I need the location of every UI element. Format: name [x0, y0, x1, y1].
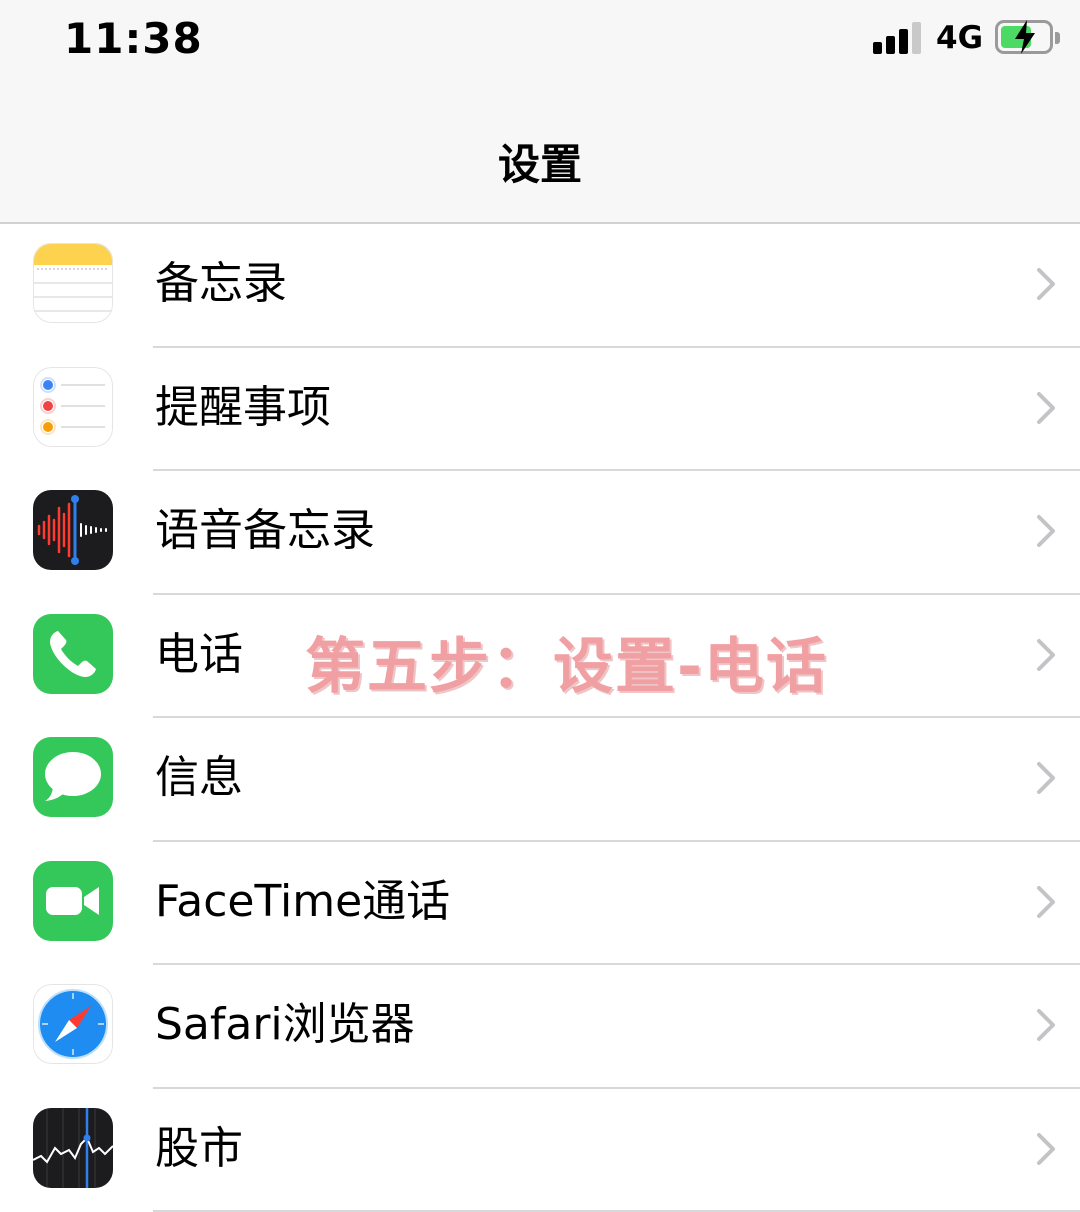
- settings-item-label: 语音备忘录: [155, 501, 375, 561]
- chevron-right-icon: [1035, 266, 1057, 302]
- reminders-icon: [33, 367, 113, 447]
- chevron-right-icon: [1035, 884, 1057, 920]
- signal-strength-icon: [873, 22, 925, 54]
- facetime-icon: [33, 861, 113, 941]
- settings-item-label: FaceTime通话: [155, 872, 450, 932]
- charging-bolt-icon: [1012, 20, 1038, 54]
- settings-item-stocks[interactable]: 股市: [0, 1089, 1080, 1212]
- chevron-right-icon: [1035, 1131, 1057, 1167]
- settings-item-safari[interactable]: Safari浏览器: [0, 965, 1080, 1089]
- chevron-right-icon: [1035, 760, 1057, 796]
- settings-item-reminders[interactable]: 提醒事项: [0, 348, 1080, 472]
- notes-icon: [33, 243, 113, 323]
- settings-item-notes[interactable]: 备忘录: [0, 224, 1080, 348]
- messages-icon: [33, 737, 113, 817]
- chevron-right-icon: [1035, 637, 1057, 673]
- voice-memos-icon: [33, 490, 113, 570]
- settings-item-facetime[interactable]: FaceTime通话: [0, 842, 1080, 966]
- battery-icon: [995, 20, 1053, 54]
- settings-list: 备忘录 提醒事项: [0, 224, 1080, 1212]
- settings-item-messages[interactable]: 信息: [0, 718, 1080, 842]
- top-bar: 11:38 4G 设置: [0, 0, 1080, 224]
- settings-item-voice-memos[interactable]: 语音备忘录: [0, 471, 1080, 595]
- settings-item-label: 电话: [155, 625, 243, 685]
- settings-item-label: Safari浏览器: [155, 995, 415, 1055]
- chevron-right-icon: [1035, 1007, 1057, 1043]
- chevron-right-icon: [1035, 390, 1057, 426]
- status-time: 11:38: [64, 14, 203, 63]
- settings-item-label: 信息: [155, 748, 243, 808]
- page-title: 设置: [0, 131, 1080, 192]
- chevron-right-icon: [1035, 513, 1057, 549]
- safari-icon: [33, 984, 113, 1064]
- phone-icon: [33, 614, 113, 694]
- settings-item-label: 备忘录: [155, 254, 287, 314]
- network-type: 4G: [936, 20, 983, 56]
- step-caption-overlay: 第五步：设置-电话: [305, 618, 828, 705]
- settings-item-label: 提醒事项: [155, 378, 331, 438]
- settings-item-label: 股市: [155, 1119, 243, 1179]
- stocks-icon: [33, 1108, 113, 1188]
